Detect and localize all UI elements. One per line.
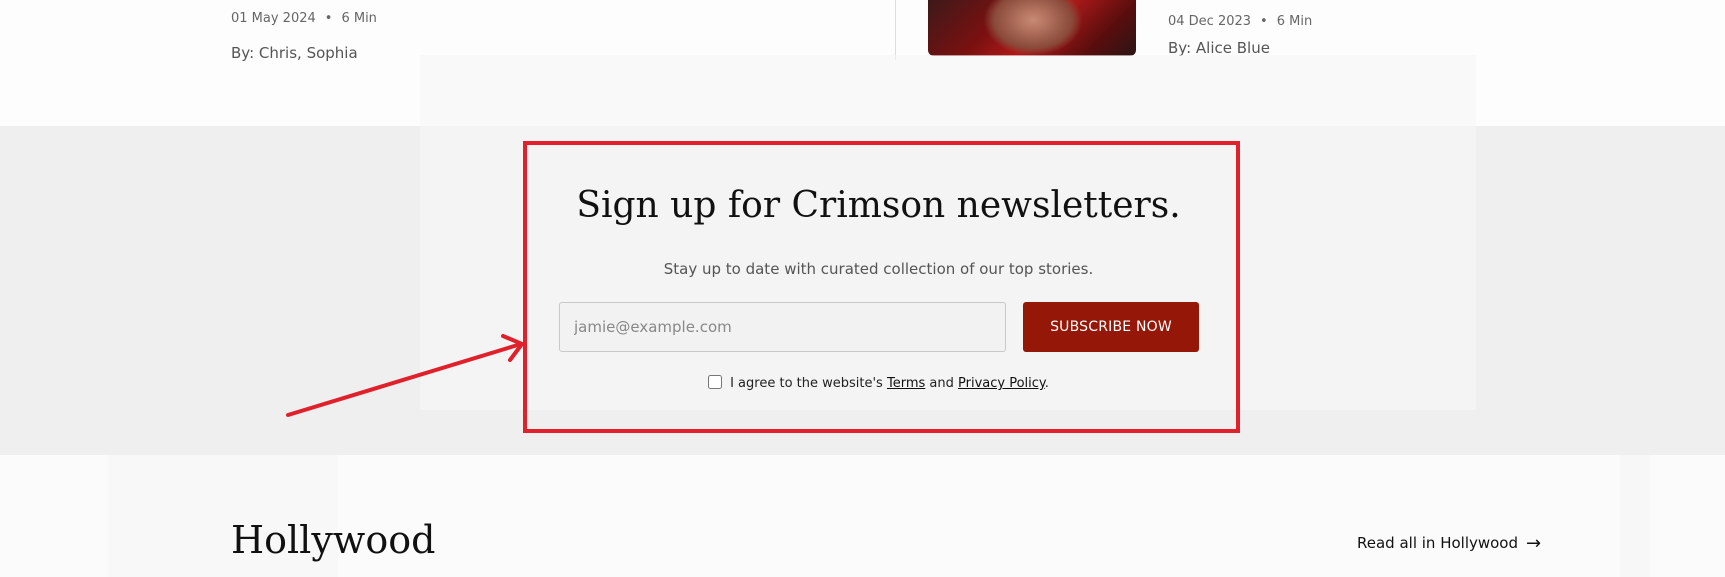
bullet-icon: • — [1260, 14, 1268, 29]
read-all-label: Read all in Hollywood — [1357, 534, 1519, 552]
article-date: 01 May 2024 — [231, 11, 316, 26]
article-byline[interactable]: By: Chris, Sophia — [231, 44, 358, 62]
bullet-icon: • — [324, 11, 333, 26]
article-date: 04 Dec 2023 — [1168, 14, 1252, 29]
article-read-time: 6 Min — [1276, 14, 1313, 29]
column-divider — [895, 0, 896, 60]
article-meta: 04 Dec 2023 • 6 Min — [1168, 14, 1312, 29]
article-read-time: 6 Min — [341, 11, 377, 26]
article-thumbnail[interactable] — [928, 0, 1136, 56]
section-title: Hollywood — [231, 518, 436, 562]
read-all-link[interactable]: Read all in Hollywood → — [1357, 533, 1541, 554]
annotation-highlight-box — [523, 141, 1240, 433]
article-meta: 01 May 2024 • 6 Min — [231, 11, 377, 26]
arrow-right-icon: → — [1526, 533, 1542, 554]
